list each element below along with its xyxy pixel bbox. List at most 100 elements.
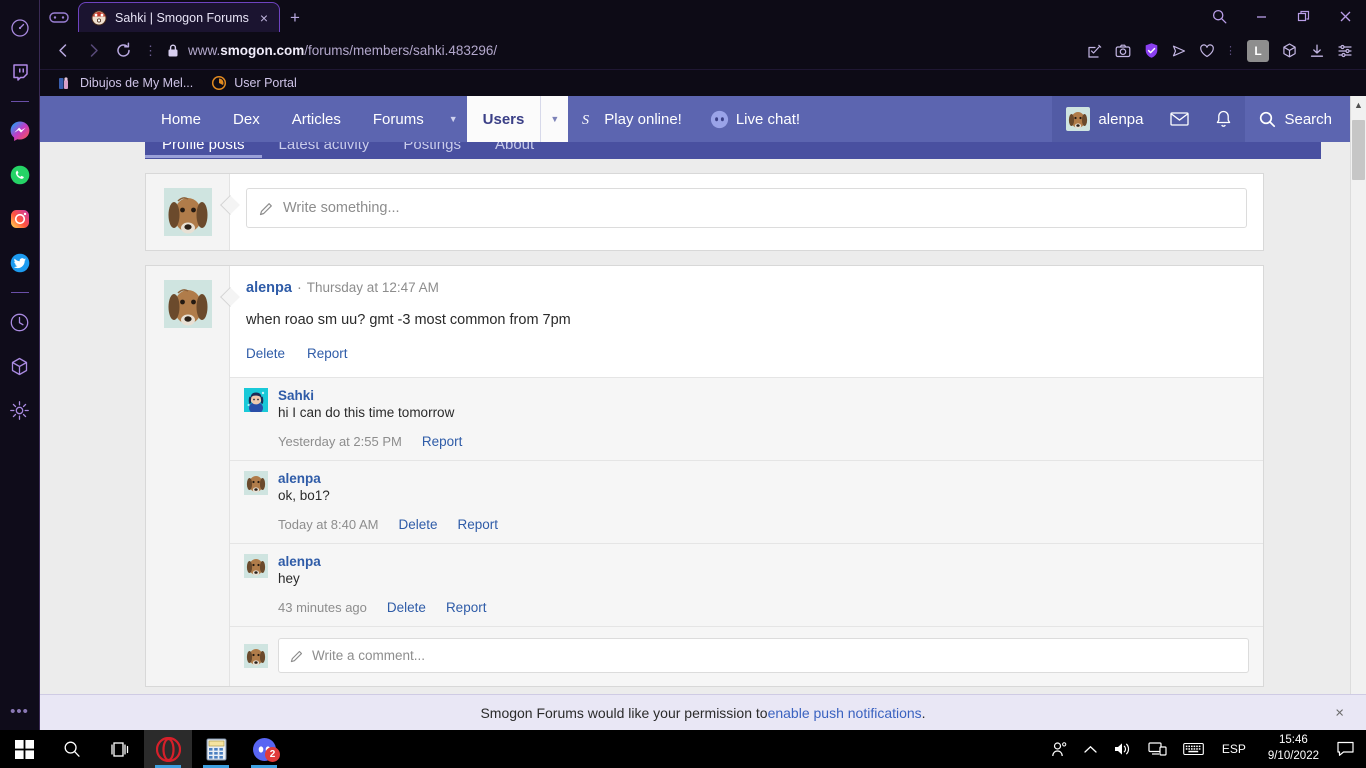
new-tab-button[interactable]: + [280, 8, 310, 32]
subtab-profile-posts[interactable]: Profile posts [145, 142, 262, 159]
lock-icon[interactable] [166, 43, 180, 58]
comment-author-link[interactable]: alenpa [278, 554, 1249, 569]
heart-icon[interactable] [1194, 38, 1220, 64]
reload-icon[interactable] [108, 36, 138, 66]
send-icon[interactable] [1166, 38, 1192, 64]
nav-username: alenpa [1098, 110, 1144, 128]
twitch-icon[interactable] [4, 56, 36, 88]
vpn-shield-icon[interactable] [1138, 38, 1164, 64]
sahki-avatar[interactable] [244, 388, 268, 412]
history-icon[interactable] [4, 306, 36, 338]
nav-item-dex[interactable]: Dex [217, 96, 276, 142]
write-something-placeholder: Write something... [283, 200, 400, 216]
envelope-icon[interactable] [1157, 96, 1202, 142]
bookmark-item[interactable]: User Portal [202, 72, 306, 94]
profile-badge[interactable]: L [1247, 39, 1269, 62]
url-input[interactable]: www.smogon.com/forums/members/sahki.4832… [188, 43, 1082, 58]
opera-browser-window: ••• Sahki | Smogon Forums × + ⋮ www.smog… [0, 0, 1366, 768]
sidebar-more-button[interactable]: ••• [10, 703, 29, 720]
dog-avatar[interactable] [164, 188, 212, 236]
window-search-icon[interactable] [1198, 0, 1240, 32]
push-close-icon[interactable]: × [1335, 704, 1344, 721]
search-button[interactable] [48, 730, 96, 768]
gamepad-icon[interactable] [40, 2, 78, 32]
messenger-icon[interactable] [4, 115, 36, 147]
post-delete-link[interactable]: Delete [246, 346, 285, 361]
nav-item-play-online[interactable]: S Play online! [568, 96, 696, 142]
comment-delete-link[interactable]: Delete [398, 517, 437, 532]
close-icon[interactable] [1324, 0, 1366, 32]
forward-icon[interactable] [78, 36, 108, 66]
subtab-latest-activity[interactable]: Latest activity [262, 142, 387, 152]
extensions-cube-icon[interactable] [4, 350, 36, 382]
discord-taskbar-button[interactable]: 2 [240, 730, 288, 768]
minimize-icon[interactable] [1240, 0, 1282, 32]
dog-avatar [244, 643, 268, 668]
bookmark-item[interactable]: Dibujos de My Mel... [48, 72, 202, 94]
twitter-icon[interactable] [4, 247, 36, 279]
forums-dropdown-caret-icon[interactable]: ▼ [440, 96, 467, 142]
post-date[interactable]: Thursday at 12:47 AM [307, 280, 439, 295]
post-report-link[interactable]: Report [307, 346, 348, 361]
nav-user-menu[interactable]: alenpa [1052, 96, 1158, 142]
scroll-up-arrow-icon[interactable]: ▲ [1351, 96, 1366, 113]
dog-avatar[interactable] [244, 471, 268, 495]
clock[interactable]: 15:46 9/10/2022 [1256, 733, 1331, 764]
speed-dial-icon[interactable] [4, 12, 36, 44]
comment-report-link[interactable]: Report [422, 434, 463, 449]
action-center-icon[interactable] [1331, 730, 1366, 768]
post-author-link[interactable]: alenpa [246, 280, 292, 296]
dog-avatar[interactable] [244, 554, 268, 578]
post-body: when roao sm uu? gmt -3 most common from… [246, 312, 571, 328]
comment-report-link[interactable]: Report [457, 517, 498, 532]
page-menu-icon[interactable]: ⋮ [138, 43, 164, 59]
whatsapp-icon[interactable] [4, 159, 36, 191]
nav-item-home[interactable]: Home [145, 96, 217, 142]
site-search-button[interactable]: Search [1245, 96, 1350, 142]
write-something-input[interactable]: Write something... [246, 188, 1247, 228]
touch-keyboard-icon[interactable] [1175, 730, 1212, 768]
snapshot-icon[interactable] [1110, 38, 1136, 64]
write-comment-input[interactable]: Write a comment... [278, 638, 1249, 673]
settings-gear-icon[interactable] [4, 394, 36, 426]
push-notification-bar: Smogon Forums would like your permission… [40, 694, 1366, 730]
comment-author-link[interactable]: alenpa [278, 471, 1249, 486]
opera-taskbar-button[interactable] [144, 730, 192, 768]
comment-time: Today at 8:40 AM [278, 517, 379, 532]
scrollbar-thumb[interactable] [1352, 120, 1365, 180]
downloads-icon[interactable] [1304, 38, 1330, 64]
comment-body: Sahki hi I can do this time tomorrow Yes… [278, 388, 1249, 449]
dog-avatar[interactable] [164, 280, 212, 328]
back-icon[interactable] [48, 36, 78, 66]
enable-push-notifications-link[interactable]: enable push notifications [768, 705, 922, 721]
network-icon[interactable] [1140, 730, 1175, 768]
restore-icon[interactable] [1282, 0, 1324, 32]
nav-item-live-chat[interactable]: Live chat! [696, 96, 814, 142]
browser-tab[interactable]: Sahki | Smogon Forums × [78, 2, 281, 32]
people-icon[interactable] [1043, 730, 1076, 768]
edit-icon[interactable] [1082, 38, 1108, 64]
task-view-button[interactable] [96, 730, 144, 768]
subtab-about[interactable]: About [478, 142, 551, 152]
nav-item-users[interactable]: Users [466, 96, 541, 142]
users-dropdown-caret-icon[interactable]: ▼ [540, 96, 569, 142]
comment-author-link[interactable]: Sahki [278, 388, 1249, 403]
show-hidden-icons[interactable] [1076, 730, 1105, 768]
nav-item-forums[interactable]: Forums [357, 96, 440, 142]
instagram-icon[interactable] [4, 203, 36, 235]
bell-icon[interactable] [1201, 96, 1246, 142]
volume-icon[interactable] [1105, 730, 1140, 768]
tab-close-icon[interactable]: × [257, 11, 271, 25]
page-scrollbar[interactable]: ▲ ▼ [1350, 96, 1366, 730]
calculator-taskbar-button[interactable] [192, 730, 240, 768]
start-button[interactable] [0, 730, 48, 768]
page-scroll-area: Home Dex Articles Forums ▼ Users ▼ S Pla… [40, 96, 1350, 730]
easy-setup-icon[interactable] [1332, 38, 1358, 64]
nav-item-articles[interactable]: Articles [276, 96, 357, 142]
comment-report-link[interactable]: Report [446, 600, 487, 615]
extensions-icon[interactable] [1276, 38, 1302, 64]
comment-delete-link[interactable]: Delete [387, 600, 426, 615]
language-indicator[interactable]: ESP [1212, 730, 1256, 768]
post-avatar-column [146, 266, 240, 686]
subtab-postings[interactable]: Postings [386, 142, 478, 152]
